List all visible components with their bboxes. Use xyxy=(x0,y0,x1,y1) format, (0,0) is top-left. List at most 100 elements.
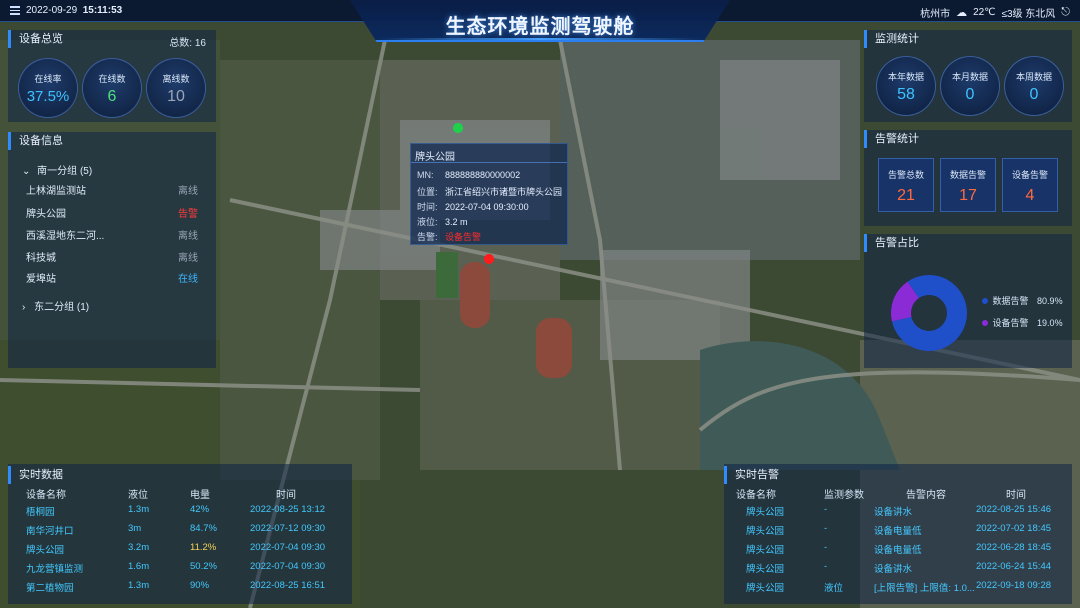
table-row[interactable]: 牌头公园 - 设备讲水 2022-08-25 15:46 xyxy=(724,504,1072,520)
table-row[interactable]: 牌头公园 3.2m 11.2% 2022-07-04 09:30 xyxy=(8,542,352,558)
city: 杭州市 xyxy=(920,9,951,20)
table-cell: 九龙营镇监测 xyxy=(26,564,84,575)
table-cell: 3m xyxy=(128,523,142,534)
tree-item[interactable]: 爱埠站 在线 xyxy=(26,270,198,285)
panel-title: 设备信息 xyxy=(8,132,216,150)
panel-title: 实时告警 xyxy=(724,466,1072,484)
table-cell: 设备电量低 xyxy=(874,545,922,556)
status-text: 离线 xyxy=(178,253,198,264)
alarm-marker-icon[interactable] xyxy=(484,254,494,264)
realtime-data-panel: 实时数据 设备名称 液位 电量 时间 梧桐园 1.3m 42% 2022-08-25 … xyxy=(8,464,352,604)
alarm-ratio-pie-chart xyxy=(891,275,967,351)
table-cell: 42% xyxy=(190,504,210,515)
table-cell: 2022-06-24 15:44 xyxy=(976,561,1052,572)
offline-count-stat: 离线数 10 xyxy=(146,58,206,118)
table-cell: 牌头公园 xyxy=(746,507,785,518)
datetime: 2022-09-29 15:11:53 xyxy=(26,5,122,16)
week-data-stat: 本周数据 0 xyxy=(1004,56,1064,116)
cloud-icon: ☁ xyxy=(956,7,968,19)
popup-time: 时间: 2022-07-04 09:30:00 xyxy=(417,202,529,212)
table-row[interactable]: 牌头公园 - 设备电量低 2022-06-28 18:45 xyxy=(724,542,1072,558)
popup-title: 牌头公园 xyxy=(415,152,455,163)
popup-mn: MN: 888888880000002 xyxy=(417,170,521,180)
table-cell: [上限告警] 上限值: 1.0... xyxy=(874,583,975,594)
status-text: 在线 xyxy=(178,274,198,285)
panel-title: 告警统计 xyxy=(864,130,1072,148)
online-count-stat: 在线数 6 xyxy=(82,58,142,118)
popup-location: 位置: 浙江省绍兴市诸暨市牌头公园 xyxy=(417,187,563,197)
tree-item[interactable]: 上林湖监测站 离线 xyxy=(26,182,198,197)
table-row[interactable]: 九龙营镇监测 1.6m 50.2% 2022-07-04 09:30 xyxy=(8,561,352,577)
wind: ≤3级 东北风 xyxy=(1001,9,1056,20)
table-row[interactable]: 牌头公园 - 设备电量低 2022-07-02 18:45 xyxy=(724,523,1072,539)
table-cell: 牌头公园 xyxy=(746,564,785,575)
device-alarm-card: 设备告警 4 xyxy=(1002,158,1058,212)
legend-swatch xyxy=(982,320,988,326)
table-cell: - xyxy=(824,504,828,515)
date: 2022-09-29 xyxy=(26,5,78,16)
tree-group-south[interactable]: ⌄ 南一分组 (5) xyxy=(22,162,92,177)
online-rate-stat: 在线率 37.5% xyxy=(18,58,78,118)
table-header: 设备名称 监测参数 告警内容 时间 xyxy=(736,490,1026,501)
table-cell: 2022-07-04 09:30 xyxy=(250,542,326,553)
table-cell: 牌头公园 xyxy=(746,545,785,556)
table-cell: 设备电量低 xyxy=(874,526,922,537)
table-cell: 11.2% xyxy=(190,542,217,553)
table-cell: - xyxy=(824,561,828,572)
legend-swatch xyxy=(982,298,988,304)
monitor-stats-panel: 监测统计 本年数据 58 本月数据 0 本周数据 0 xyxy=(864,30,1072,122)
device-total: 总数: 16 xyxy=(169,38,206,49)
tree-item[interactable]: 科技城 离线 xyxy=(26,249,198,264)
table-cell: 设备讲水 xyxy=(874,507,913,518)
popup-level: 液位: 3.2 m xyxy=(417,217,468,227)
table-cell: - xyxy=(824,523,828,534)
weather-area: 杭州市 ☁ 22℃ ≤3级 东北风 ⎋ xyxy=(920,5,1070,20)
panel-title: 监测统计 xyxy=(864,30,1072,48)
menu-icon[interactable] xyxy=(10,4,20,15)
data-alarm-card: 数据告警 17 xyxy=(940,158,996,212)
table-row[interactable]: 第二植物园 1.3m 90% 2022-08-25 16:51 xyxy=(8,580,352,596)
table-row[interactable]: 牌头公园 液位 [上限告警] 上限值: 1.0... 2022-09-18 09:28 xyxy=(724,580,1072,596)
status-text: 告警 xyxy=(178,209,198,220)
online-marker-icon[interactable] xyxy=(453,123,463,133)
table-cell: 84.7% xyxy=(190,523,217,534)
tree-item[interactable]: 西溪湿地东二河... 离线 xyxy=(26,227,198,242)
legend-device-alarm: 设备告警 19.0% xyxy=(982,316,1063,329)
alarm-stats-panel: 告警统计 告警总数 21 数据告警 17 设备告警 4 xyxy=(864,130,1072,226)
table-row[interactable]: 梧桐园 1.3m 42% 2022-08-25 13:12 xyxy=(8,504,352,520)
time: 15:11:53 xyxy=(82,5,123,16)
table-cell: 1.3m xyxy=(128,580,150,591)
status-text: 离线 xyxy=(178,231,198,242)
device-popup: 牌头公园 MN: 888888880000002 位置: 浙江省绍兴市诸暨市牌头公园… xyxy=(410,143,568,245)
table-cell: 南华河井口 xyxy=(26,526,74,537)
table-cell: 90% xyxy=(190,580,210,591)
tree-group-east[interactable]: › 东二分组 (1) xyxy=(22,298,89,313)
table-cell: 第二植物园 xyxy=(26,583,74,594)
temperature: 22℃ xyxy=(973,7,996,18)
table-cell: 2022-09-18 09:28 xyxy=(976,580,1052,591)
tree-item[interactable]: 牌头公园 告警 xyxy=(26,205,198,220)
table-cell: 2022-08-25 13:12 xyxy=(250,504,326,515)
table-cell: 牌头公园 xyxy=(746,526,785,537)
table-row[interactable]: 南华河井口 3m 84.7% 2022-07-12 09:30 xyxy=(8,523,352,539)
panel-title: 告警占比 xyxy=(864,234,1072,252)
table-header: 设备名称 液位 电量 时间 xyxy=(26,490,296,501)
popup-alarm: 告警: 设备告警 xyxy=(417,232,482,242)
table-cell: 梧桐园 xyxy=(26,507,55,518)
alarm-total-card: 告警总数 21 xyxy=(878,158,934,212)
legend-data-alarm: 数据告警 80.9% xyxy=(982,294,1063,307)
realtime-alarm-panel: 实时告警 设备名称 监测参数 告警内容 时间 牌头公园 - 设备讲水 2022-08-… xyxy=(724,464,1072,604)
table-cell: 牌头公园 xyxy=(26,545,65,556)
device-info-panel: 设备信息 ⌄ 南一分组 (5) 上林湖监测站 离线 牌头公园 告警 西溪湿地东二… xyxy=(8,132,216,368)
table-cell: 液位 xyxy=(824,583,844,594)
table-cell: 1.6m xyxy=(128,561,150,572)
table-cell: - xyxy=(824,542,828,553)
chevron-right-icon: › xyxy=(22,302,26,313)
device-overview-panel: 设备总览 总数: 16 在线率 37.5% 在线数 6 离线数 10 xyxy=(8,30,216,122)
table-row[interactable]: 牌头公园 - 设备讲水 2022-06-24 15:44 xyxy=(724,561,1072,577)
panel-title: 实时数据 xyxy=(8,466,352,484)
table-cell: 2022-08-25 16:51 xyxy=(250,580,326,591)
alarm-ratio-panel: 告警占比 数据告警 80.9% 设备告警 19.0% xyxy=(864,234,1072,368)
logout-icon[interactable]: ⎋ xyxy=(1061,6,1070,19)
table-cell: 设备讲水 xyxy=(874,564,913,575)
